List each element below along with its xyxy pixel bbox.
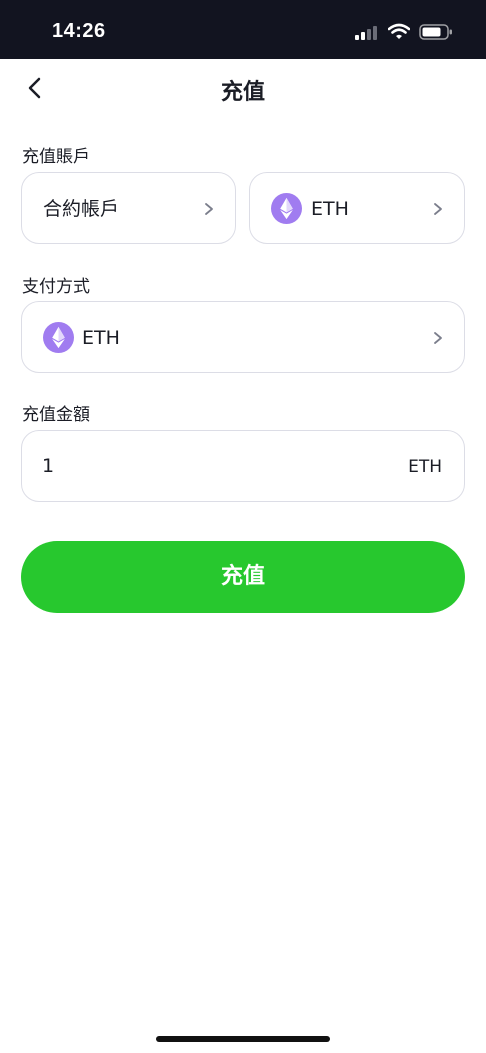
payment-method-selector[interactable]: ETH [21, 301, 465, 373]
payment-method-value: ETH [82, 327, 120, 349]
eth-icon [271, 193, 302, 224]
account-value: 合約帳戶 [43, 198, 120, 220]
home-indicator [156, 1036, 330, 1042]
status-time: 14:26 [52, 20, 106, 42]
chevron-right-icon [434, 203, 442, 215]
payment-method-label: 支付方式 [22, 277, 90, 297]
account-selector[interactable]: 合約帳戶 [21, 172, 236, 244]
deposit-account-label: 充值賬戶 [22, 147, 90, 167]
amount-input[interactable] [42, 431, 372, 501]
chevron-right-icon [434, 332, 442, 344]
wifi-icon [388, 23, 410, 39]
page-title: 充值 [220, 80, 265, 105]
amount-label: 充值金額 [22, 405, 90, 425]
coin-selector[interactable]: ETH [249, 172, 465, 244]
nav-bar: 充值 [0, 59, 486, 117]
chevron-right-icon [205, 203, 213, 215]
eth-icon [43, 322, 74, 353]
signal-icon [355, 26, 377, 40]
amount-field[interactable]: ETH [21, 430, 465, 502]
coin-value: ETH [311, 198, 349, 220]
deposit-submit-button[interactable]: 充值 [21, 541, 465, 613]
battery-icon [419, 24, 452, 40]
amount-unit: ETH [408, 457, 442, 477]
status-bar: 14:26 [0, 0, 486, 59]
